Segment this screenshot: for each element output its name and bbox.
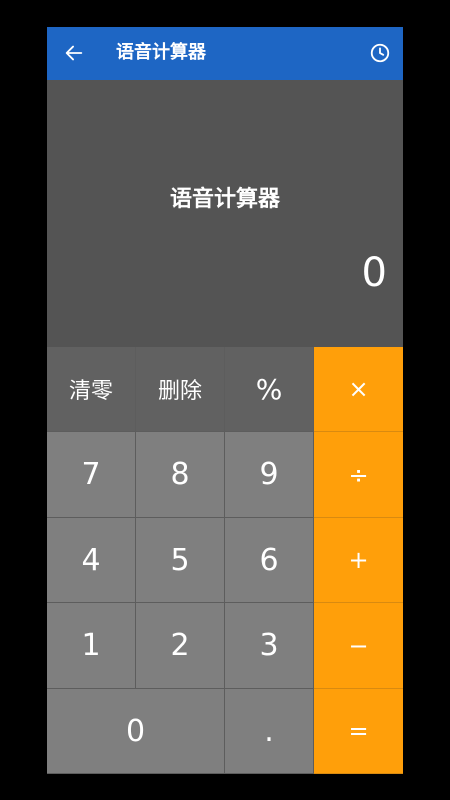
- digit-5-button[interactable]: 5: [136, 518, 225, 603]
- minus-button[interactable]: −: [314, 603, 403, 689]
- delete-button[interactable]: 删除: [136, 347, 225, 432]
- plus-button[interactable]: +: [314, 518, 403, 603]
- app-bar: 语音计算器: [47, 27, 403, 80]
- calculator-display: 语音计算器 0: [47, 80, 403, 347]
- digit-8-button[interactable]: 8: [136, 432, 225, 518]
- digit-2-button[interactable]: 2: [136, 603, 225, 689]
- app-screen: 语音计算器 语音计算器 0 清零 删除 % × 7 8 9 ÷ 4 5 6 + …: [47, 27, 403, 774]
- equals-button[interactable]: =: [314, 689, 403, 774]
- multiply-button[interactable]: ×: [314, 347, 403, 432]
- digit-0-button[interactable]: 0: [47, 689, 225, 774]
- clear-button[interactable]: 清零: [47, 347, 136, 432]
- digit-6-button[interactable]: 6: [225, 518, 314, 603]
- display-title: 语音计算器: [169, 187, 280, 212]
- digit-7-button[interactable]: 7: [47, 432, 136, 518]
- display-value: 0: [361, 250, 387, 296]
- digit-9-button[interactable]: 9: [225, 432, 314, 518]
- arrow-left-icon[interactable]: [63, 42, 85, 64]
- digit-4-button[interactable]: 4: [47, 518, 136, 603]
- digit-1-button[interactable]: 1: [47, 603, 136, 689]
- keypad: 清零 删除 % × 7 8 9 ÷ 4 5 6 + 1 2 3 − 0 . =: [47, 347, 403, 774]
- percent-button[interactable]: %: [225, 347, 314, 432]
- clock-history-icon[interactable]: [369, 42, 391, 64]
- digit-3-button[interactable]: 3: [225, 603, 314, 689]
- divide-button[interactable]: ÷: [314, 432, 403, 518]
- app-title: 语音计算器: [116, 42, 206, 63]
- decimal-point-button[interactable]: .: [225, 689, 314, 774]
